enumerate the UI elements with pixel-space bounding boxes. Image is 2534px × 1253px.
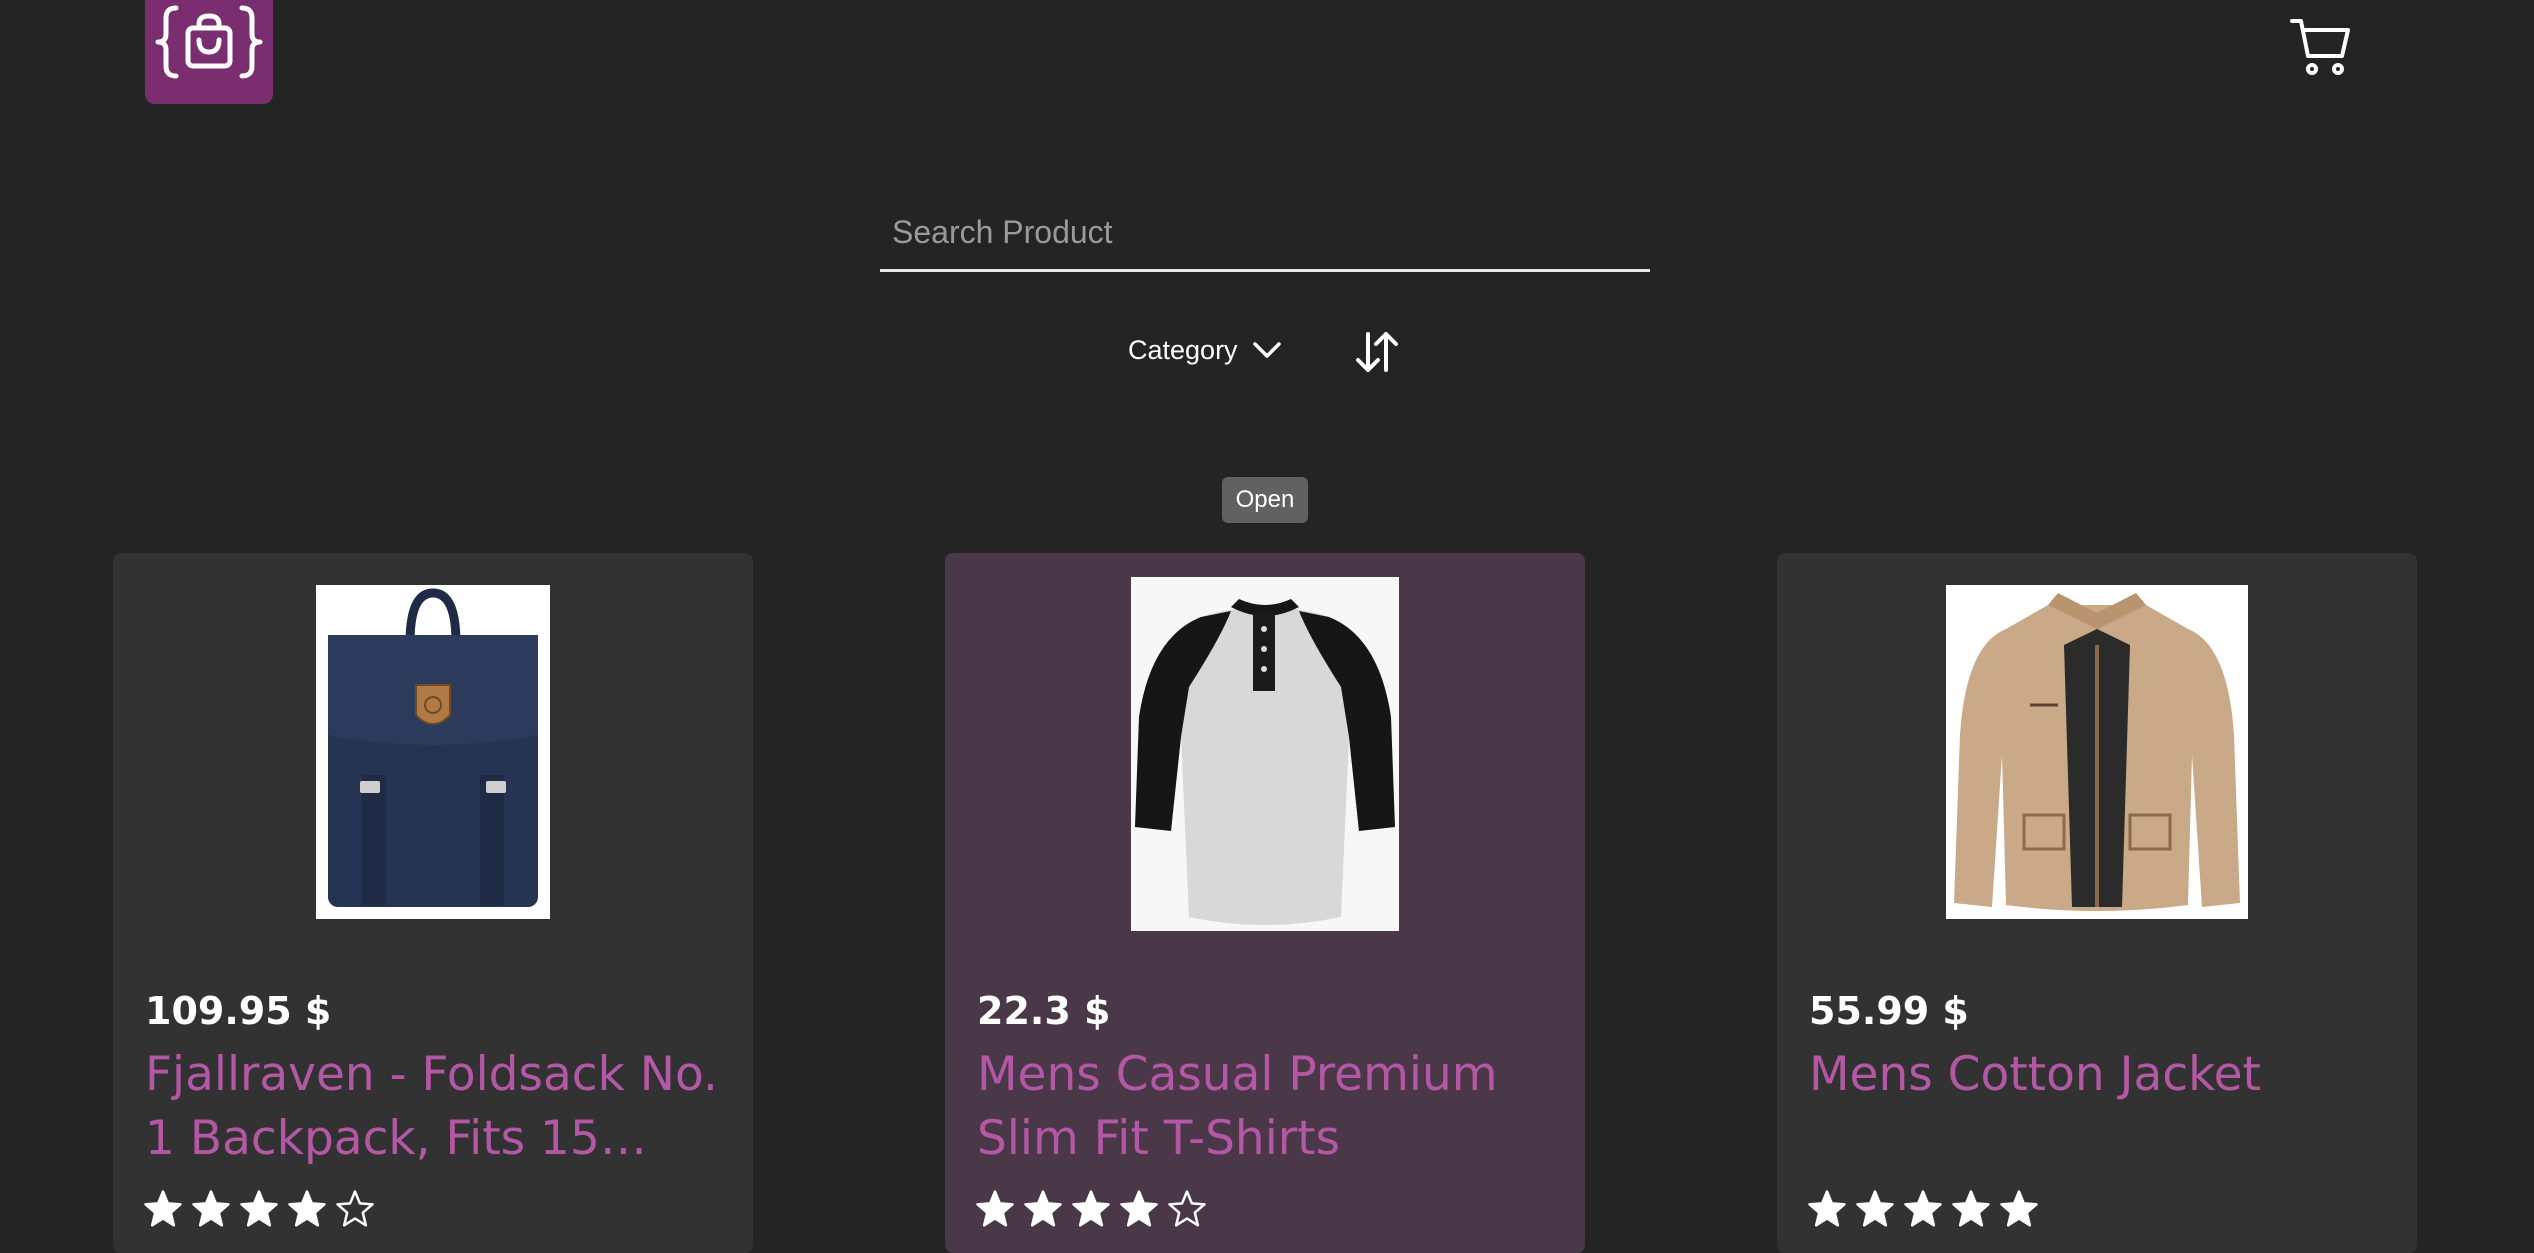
chevron-down-icon — [1252, 342, 1281, 358]
sort-button[interactable] — [1354, 328, 1400, 376]
cart-button[interactable] — [2290, 16, 2352, 78]
product-image-raglan-henley-shirt — [1131, 577, 1399, 931]
product-image-navy-backpack — [316, 585, 550, 919]
star-filled-icon — [1808, 1190, 1846, 1227]
product-price: 55.99 $ — [1809, 989, 1969, 1033]
star-filled-icon — [1856, 1190, 1894, 1227]
sort-arrows-icon — [1356, 332, 1398, 372]
product-title: Mens Cotton Jacket — [1809, 1047, 2261, 1102]
star-filled-icon — [192, 1190, 230, 1227]
star-filled-icon — [1120, 1190, 1158, 1227]
category-label: Category — [1128, 334, 1238, 365]
star-filled-icon — [1024, 1190, 1062, 1227]
star-filled-icon — [288, 1190, 326, 1227]
product-card[interactable]: 55.99 $ Mens Cotton Jacket — [1777, 553, 2417, 1253]
product-card[interactable]: 22.3 $ Mens Casual Premium Slim Fit T-Sh… — [945, 553, 1585, 1253]
star-filled-icon — [1904, 1190, 1942, 1227]
tooltip-text: Open — [1235, 486, 1295, 513]
product-title: Mens Casual Premium Slim Fit T-Shirts — [977, 1047, 1498, 1166]
star-filled-icon — [1952, 1190, 1990, 1227]
shopping-bag-braces-icon — [155, 5, 263, 79]
product-image-khaki-jacket — [1946, 585, 2248, 919]
search-input[interactable] — [880, 196, 1650, 269]
tooltip: Open — [1222, 477, 1308, 523]
category-dropdown[interactable]: Category — [1128, 328, 1282, 372]
product-title: Fjallraven - Foldsack No. 1 Backpack, Fi… — [145, 1047, 718, 1166]
star-filled-icon — [976, 1190, 1014, 1227]
star-filled-icon — [1072, 1190, 1110, 1227]
star-empty-icon — [336, 1190, 374, 1227]
product-card[interactable]: 109.95 $ Fjallraven - Foldsack No. 1 Bac… — [113, 553, 753, 1253]
star-filled-icon — [2000, 1190, 2038, 1227]
cart-icon — [2290, 19, 2350, 75]
rating-stars — [1807, 1189, 2039, 1229]
star-empty-icon — [1168, 1190, 1206, 1227]
rating-stars — [143, 1189, 375, 1229]
rating-stars — [975, 1189, 1207, 1229]
logo[interactable] — [145, 0, 273, 104]
star-filled-icon — [144, 1190, 182, 1227]
product-price: 22.3 $ — [977, 989, 1111, 1033]
product-price: 109.95 $ — [145, 989, 332, 1033]
search-field — [880, 196, 1650, 272]
star-filled-icon — [240, 1190, 278, 1227]
